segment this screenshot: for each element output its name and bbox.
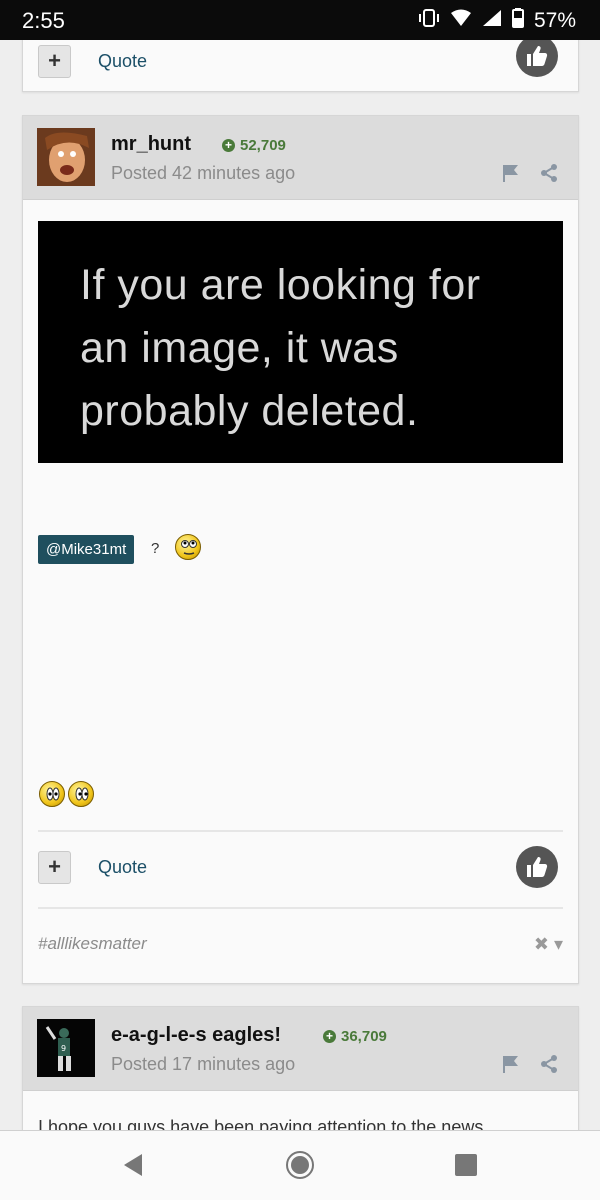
share-icon[interactable]	[540, 164, 558, 187]
back-icon[interactable]	[120, 1151, 146, 1184]
reputation-count: 52,709	[240, 137, 286, 154]
image-text-line: probably deleted.	[80, 387, 419, 435]
recents-icon[interactable]	[454, 1153, 478, 1182]
rolling-eyes-emoji-icon	[175, 534, 201, 560]
post-card: 9 e-a-g-l-e-s eagles! + 36,709 Posted 17…	[22, 1006, 579, 1130]
vibrate-icon	[418, 9, 440, 33]
home-icon[interactable]	[285, 1150, 315, 1185]
battery-percent: 57%	[533, 9, 576, 32]
reputation-badge: + 36,709	[323, 1028, 387, 1045]
post-header: mr_hunt + 52,709 Posted 42 minutes ago	[23, 116, 578, 200]
signature-hashtag: #alllikesmatter	[38, 934, 147, 953]
plus-icon: +	[323, 1030, 336, 1043]
like-button[interactable]	[516, 846, 558, 888]
mention-suffix: ?	[151, 540, 160, 557]
author-name[interactable]: mr_hunt	[111, 133, 191, 156]
report-flag-icon[interactable]	[502, 164, 522, 187]
reputation-badge: + 52,709	[222, 137, 286, 154]
quote-button[interactable]: Quote	[98, 51, 147, 72]
deleted-image-placeholder: If you are looking for an image, it was …	[38, 221, 563, 463]
report-flag-icon[interactable]	[502, 1055, 522, 1078]
share-icon[interactable]	[540, 1055, 558, 1078]
quote-button[interactable]: Quote	[98, 857, 147, 878]
multiquote-button[interactable]: +	[38, 45, 71, 78]
author-name[interactable]: e-a-g-l-e-s eagles!	[111, 1024, 281, 1047]
user-mention[interactable]: @Mike31mt	[38, 535, 135, 564]
post-actions	[502, 164, 558, 187]
post-header: 9 e-a-g-l-e-s eagles! + 36,709 Posted 17…	[23, 1007, 578, 1091]
multiquote-button[interactable]: +	[38, 851, 71, 884]
post-actions	[502, 1055, 558, 1078]
wifi-icon	[450, 9, 472, 33]
status-icons: 57%	[418, 8, 576, 34]
image-text-line: an image, it was	[80, 324, 399, 372]
post-timestamp[interactable]: Posted 42 minutes ago	[111, 163, 295, 184]
navigation-bar	[0, 1130, 600, 1200]
reputation-count: 36,709	[341, 1028, 387, 1045]
like-button[interactable]	[516, 40, 558, 77]
divider	[38, 907, 563, 909]
battery-icon	[511, 8, 524, 34]
smiley-emoji-icon	[68, 781, 94, 807]
image-text-line: If you are looking for	[80, 261, 481, 309]
thumbs-up-icon	[527, 46, 548, 66]
signal-icon	[482, 9, 502, 33]
thumbs-up-icon	[527, 857, 548, 877]
signature-options-icon[interactable]: ✖ ▾	[534, 934, 563, 955]
previous-post-footer: + Quote	[22, 40, 579, 92]
post-card: mr_hunt + 52,709 Posted 42 minutes ago I…	[22, 115, 579, 984]
status-bar: 2:55 57%	[0, 0, 600, 40]
divider	[38, 830, 563, 832]
status-time: 2:55	[22, 8, 65, 33]
post-timestamp[interactable]: Posted 17 minutes ago	[111, 1054, 295, 1075]
avatar[interactable]	[37, 128, 95, 186]
smiley-emoji-icon	[39, 781, 65, 807]
avatar[interactable]: 9	[37, 1019, 95, 1077]
post-body-text: I hope you guys have been paying attenti…	[38, 1117, 484, 1130]
plus-icon: +	[222, 139, 235, 152]
forum-thread: + Quote mr_hunt + 52,709 Posted 42 minut…	[0, 40, 600, 1130]
svg-text:9: 9	[61, 1044, 66, 1053]
